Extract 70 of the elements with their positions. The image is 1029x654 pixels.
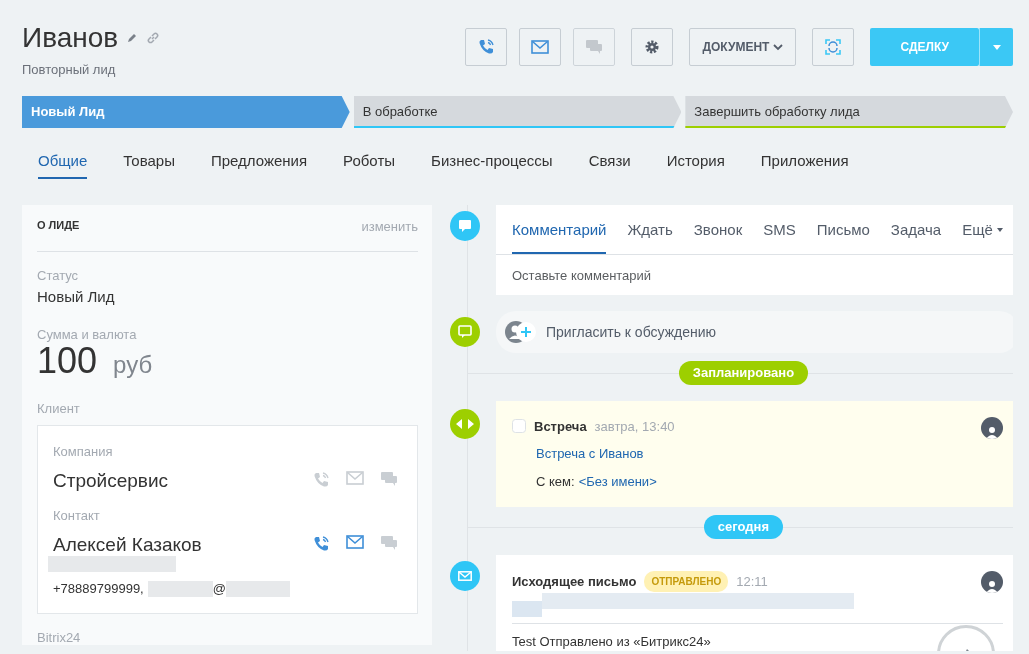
page-tab[interactable]: Общие bbox=[38, 150, 88, 179]
page-tab[interactable]: Бизнес-процессы bbox=[431, 150, 553, 179]
caret-icon bbox=[992, 45, 1001, 51]
caret-icon bbox=[773, 43, 784, 51]
composer-tab[interactable]: Ждать bbox=[627, 204, 673, 254]
client-name: Алексей Казаков bbox=[53, 532, 202, 557]
page-tab[interactable]: Товары bbox=[123, 150, 175, 179]
meeting-link[interactable]: Встреча с Иванов bbox=[536, 444, 675, 464]
status-badge: ОТПРАВЛЕНО bbox=[644, 571, 729, 592]
page-tab[interactable]: Связи bbox=[588, 150, 631, 179]
field-label: Сумма и валюта bbox=[37, 326, 138, 343]
dropdown-button[interactable] bbox=[979, 28, 1013, 66]
document-button[interactable]: ДОКУМЕНТ bbox=[689, 28, 797, 66]
convert-button[interactable] bbox=[812, 28, 855, 66]
more-tab[interactable]: Ещё bbox=[962, 204, 1003, 254]
section-label: Bitrix24 bbox=[37, 630, 82, 647]
add-user-icon bbox=[504, 320, 538, 344]
blurred-text bbox=[147, 580, 213, 597]
settings-icon bbox=[644, 39, 661, 55]
lead-title: Иванов bbox=[22, 24, 119, 52]
field-label: Клиент bbox=[37, 401, 81, 418]
pencil-icon bbox=[126, 32, 139, 44]
field-label: Компания bbox=[53, 444, 114, 461]
task-checkbox[interactable] bbox=[512, 419, 526, 434]
page-tab[interactable]: Приложения bbox=[760, 150, 849, 179]
mail-icon bbox=[531, 40, 550, 54]
stage-step[interactable]: В обработке bbox=[353, 96, 682, 128]
contact-phone: +78889799999, bbox=[53, 580, 144, 597]
status-value: Новый Лид bbox=[37, 288, 116, 307]
composer-tab[interactable]: Звонок bbox=[693, 204, 743, 254]
comment-icon bbox=[459, 219, 471, 232]
page-tab[interactable]: Предложения bbox=[210, 150, 308, 179]
activity-title: Исходящее письмо bbox=[512, 572, 637, 591]
convert-icon bbox=[824, 38, 843, 56]
link-icon bbox=[146, 31, 161, 45]
contact-button[interactable] bbox=[465, 28, 508, 66]
chat-icon bbox=[585, 39, 604, 55]
composer-tab[interactable]: Письмо bbox=[816, 204, 870, 254]
blurred-text bbox=[225, 580, 290, 597]
lead-subtitle: Повторный лид bbox=[22, 61, 117, 79]
phone-icon bbox=[477, 38, 496, 56]
activity-time: 12:11 bbox=[736, 572, 768, 591]
mail-icon bbox=[458, 570, 472, 581]
settings-button[interactable] bbox=[631, 28, 674, 66]
invite-bar[interactable]: Пригласить к обсуждению bbox=[496, 311, 1013, 353]
client-name: Стройсервис bbox=[53, 468, 168, 493]
comment-field[interactable]: Оставьте комментарий bbox=[496, 255, 1013, 295]
field-label: Статус bbox=[37, 267, 80, 284]
composer-tab[interactable]: Задача bbox=[890, 204, 942, 254]
participant-link[interactable]: <Без имени> bbox=[578, 471, 657, 491]
field-label: Контакт bbox=[53, 508, 101, 525]
chat-bubble-icon bbox=[458, 325, 472, 339]
stage-step[interactable]: Завершить обработку лида bbox=[685, 96, 1013, 128]
meeting-icon bbox=[456, 418, 474, 429]
activity-title: Встреча bbox=[534, 417, 587, 436]
with-label: С кем: bbox=[536, 472, 575, 491]
person-icon bbox=[985, 424, 998, 439]
contact-button[interactable] bbox=[519, 28, 562, 66]
composer-tab[interactable]: SMS bbox=[763, 204, 796, 254]
email-at-sign: @ bbox=[212, 580, 226, 597]
caret-icon bbox=[996, 227, 1003, 232]
activity-time: завтра, 13:40 bbox=[594, 417, 675, 436]
page-tab[interactable]: История bbox=[666, 150, 725, 179]
date-separator: сегодня bbox=[703, 515, 784, 539]
date-separator: Запланировано bbox=[678, 361, 809, 385]
amount-value: 100 bbox=[37, 343, 98, 379]
person-icon bbox=[985, 578, 998, 593]
page-tab[interactable]: Роботы bbox=[343, 150, 396, 179]
currency-value: руб bbox=[113, 353, 153, 377]
panel-title: О ЛИДЕ bbox=[37, 218, 80, 233]
